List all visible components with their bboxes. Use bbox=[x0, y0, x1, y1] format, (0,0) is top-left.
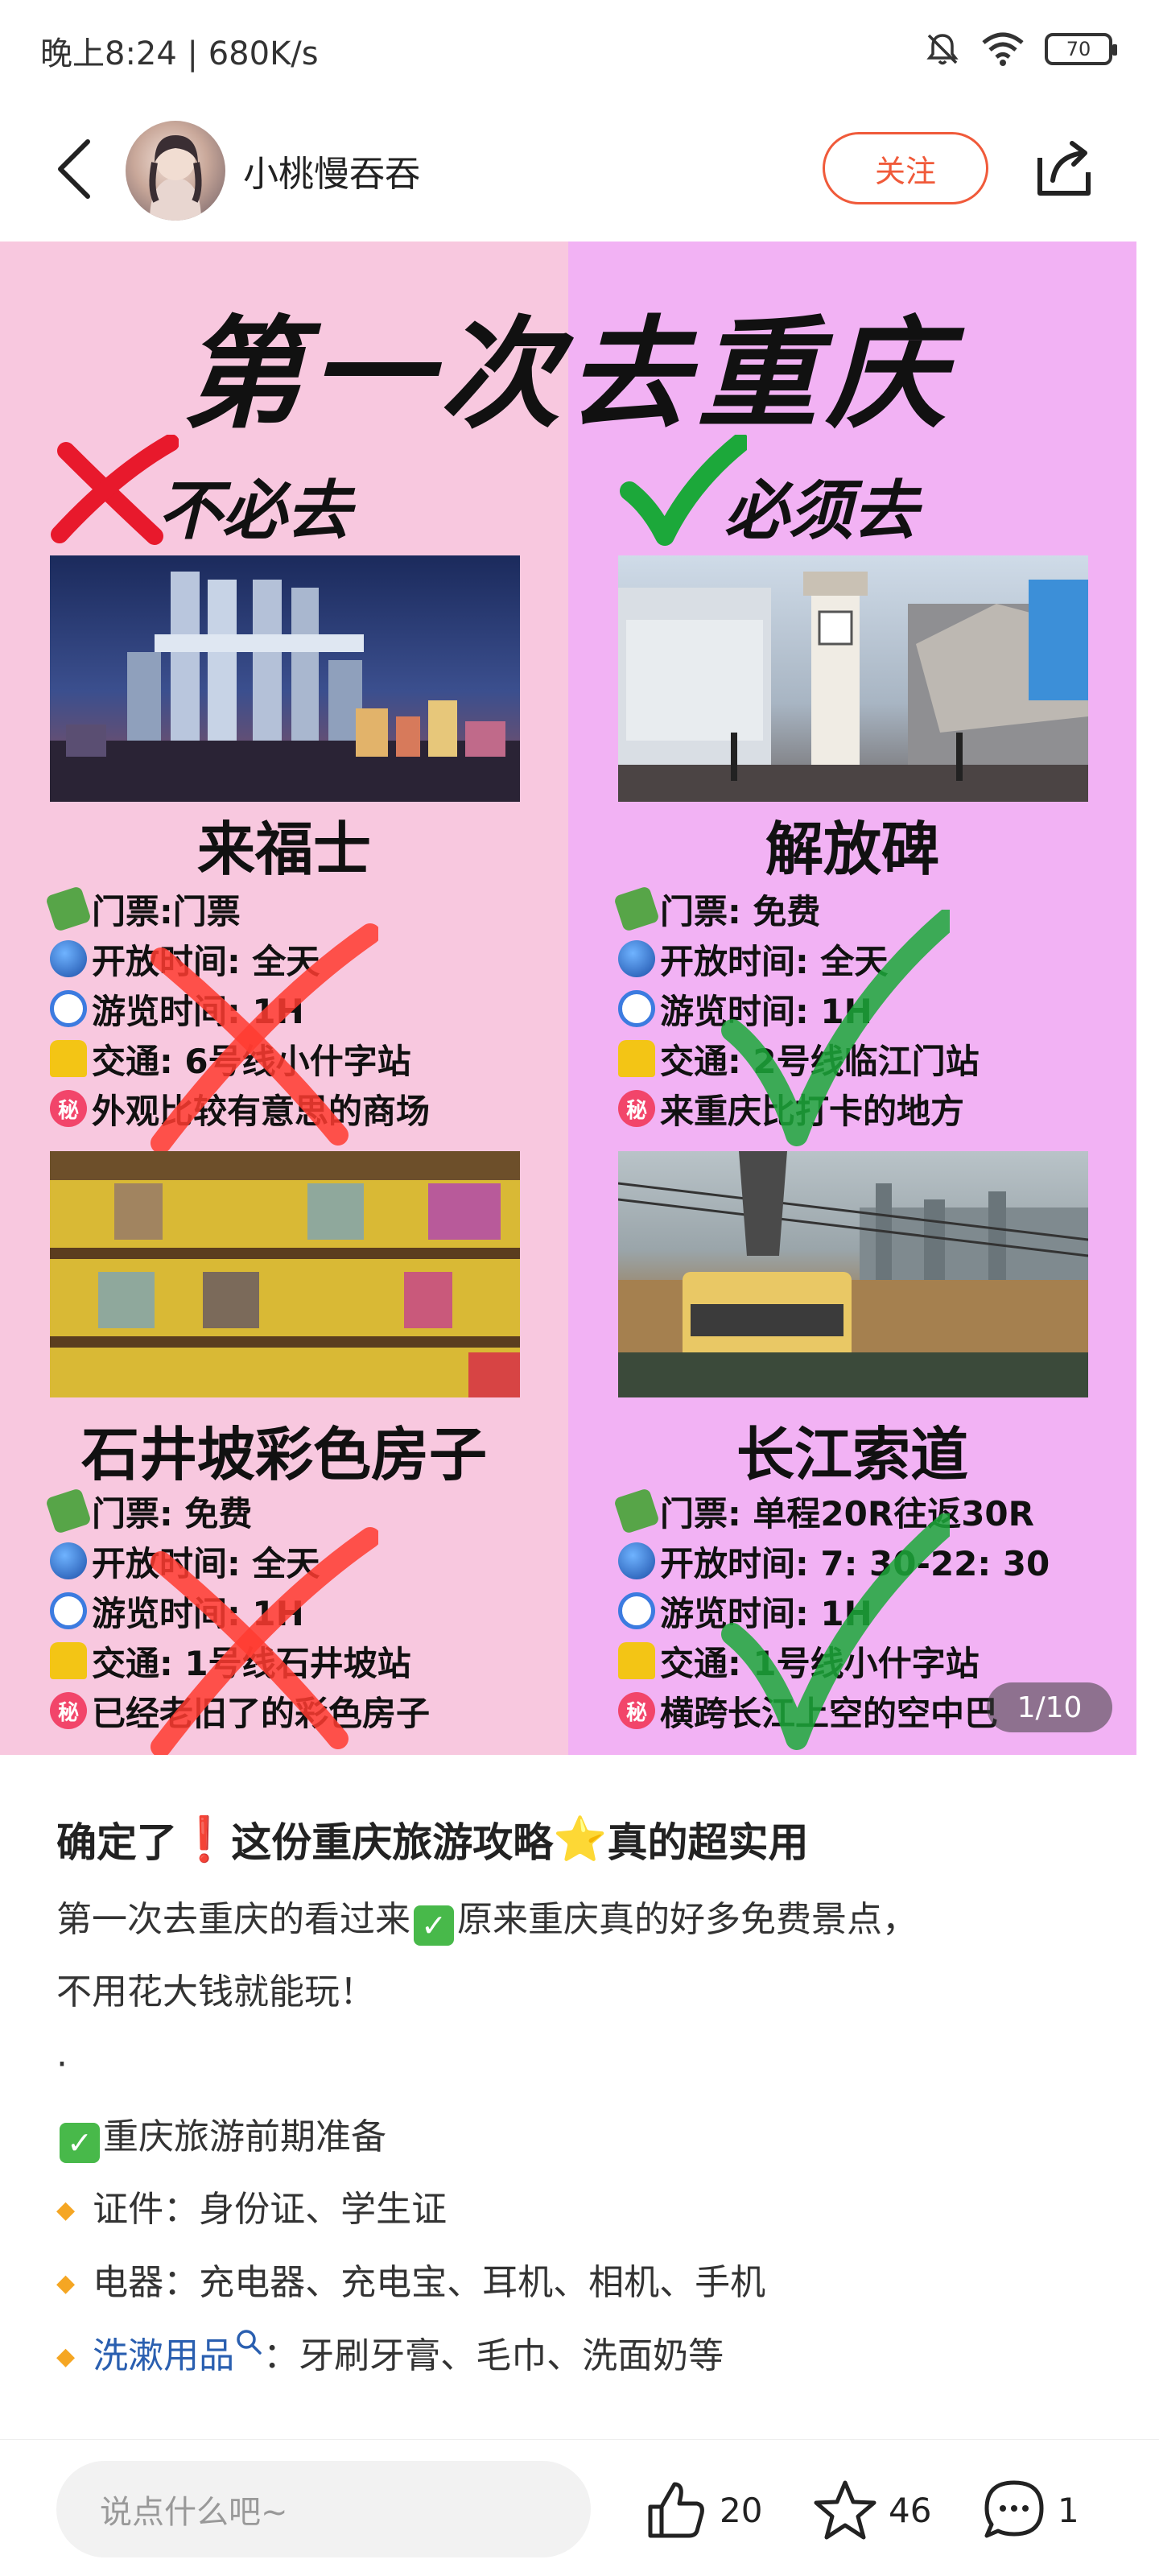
comment-input[interactable]: 说点什么吧~ bbox=[56, 2461, 591, 2557]
list-item-text: 电器：充电器、充电宝、耳机、相机、手机 bbox=[93, 2262, 766, 2303]
place-name-raffles: 来福士 bbox=[196, 815, 371, 883]
money-icon bbox=[613, 886, 660, 932]
diamond-bullet-icon: ◆ bbox=[56, 2343, 76, 2371]
mute-bell-icon bbox=[926, 34, 959, 65]
photo-raffles-city bbox=[50, 555, 520, 802]
post-title-part: 确定了 bbox=[56, 1819, 177, 1866]
section-title-text: 重庆旅游前期准备 bbox=[103, 2116, 386, 2157]
avatar[interactable] bbox=[126, 121, 225, 221]
separator-dot: · bbox=[56, 2044, 68, 2085]
taxi-icon bbox=[50, 1040, 87, 1077]
place-name-shijingpo: 石井坡彩色房子 bbox=[80, 1421, 487, 1488]
intro-text: 第一次去重庆的看过来 bbox=[56, 1899, 410, 1940]
red-cross-overlay-icon bbox=[151, 923, 378, 1154]
chevron-left-icon bbox=[58, 139, 90, 199]
clock-icon bbox=[50, 990, 87, 1027]
post-image-carousel[interactable]: 第一次去重庆 不必去 必须去 来福士 解放碑 门票:门票 开放时间: 全天 游览… bbox=[0, 242, 1136, 1755]
money-icon bbox=[613, 1488, 660, 1534]
back-button[interactable] bbox=[45, 137, 103, 201]
money-icon bbox=[45, 1488, 92, 1534]
status-icons: 70 bbox=[924, 31, 1117, 68]
exclamation-icon: ❗ bbox=[177, 1814, 232, 1864]
photo-jiefangbei bbox=[618, 555, 1088, 802]
post-header: 小桃慢吞吞 关注 bbox=[0, 97, 1159, 242]
clock-icon bbox=[50, 1592, 87, 1629]
like-count: 20 bbox=[720, 2490, 763, 2530]
secret-icon: 秘 bbox=[50, 1692, 87, 1729]
place-name-jiefangbei: 解放碑 bbox=[765, 815, 939, 883]
post-title-part: 真的超实用 bbox=[607, 1819, 809, 1866]
list-item: ◆ 电器：充电器、充电宝、耳机、相机、手机 bbox=[56, 2247, 1103, 2320]
globe-icon bbox=[618, 940, 655, 977]
share-icon bbox=[1037, 141, 1091, 196]
check-emoji-icon: ✓ bbox=[414, 1905, 454, 1946]
secret-icon: 秘 bbox=[618, 1692, 655, 1729]
photo-yangtze-cableway bbox=[618, 1151, 1088, 1397]
globe-icon bbox=[618, 1542, 655, 1579]
secret-icon: 秘 bbox=[618, 1090, 655, 1127]
red-cross-overlay-icon bbox=[151, 1527, 378, 1755]
taxi-icon bbox=[618, 1040, 655, 1077]
wifi-icon bbox=[982, 32, 1024, 66]
share-button[interactable] bbox=[1032, 137, 1096, 201]
clock-icon bbox=[618, 990, 655, 1027]
battery-icon: 70 bbox=[1045, 33, 1117, 65]
check-emoji-icon: ✓ bbox=[60, 2123, 100, 2163]
taxi-icon bbox=[50, 1642, 87, 1679]
search-icon[interactable] bbox=[234, 2327, 263, 2356]
list-item-text: ：牙刷牙膏、毛巾、洗面奶等 bbox=[263, 2335, 724, 2376]
author-name[interactable]: 小桃慢吞吞 bbox=[243, 145, 420, 196]
star-emoji-icon: ⭐ bbox=[553, 1814, 608, 1864]
post-title-part: 这份重庆旅游攻略 bbox=[231, 1819, 554, 1866]
globe-icon bbox=[50, 940, 87, 977]
favorite-count: 46 bbox=[889, 2490, 932, 2530]
list-item: ◆ 证件：身份证、学生证 bbox=[56, 2174, 1103, 2247]
star-icon bbox=[814, 2480, 876, 2540]
skip-heading: 不必去 bbox=[158, 473, 351, 548]
must-go-heading: 必须去 bbox=[724, 473, 918, 548]
battery-level: 70 bbox=[1066, 38, 1091, 60]
diamond-bullet-icon: ◆ bbox=[56, 2269, 76, 2297]
thumbs-up-icon bbox=[648, 2482, 704, 2538]
comment-button[interactable]: 1 bbox=[982, 2474, 1079, 2546]
post-content: 确定了 ❗ 这份重庆旅游攻略 ⭐ 真的超实用 第一次去重庆的看过来 ✓ 原来重庆真的… bbox=[56, 1795, 1103, 2393]
status-time-speed: 晚上8:24 | 680K/s bbox=[40, 35, 319, 72]
favorite-button[interactable]: 46 bbox=[813, 2474, 931, 2546]
photo-shijingpo-houses bbox=[50, 1151, 520, 1397]
intro-text: 原来重庆真的好多免费景点， bbox=[457, 1899, 918, 1940]
intro-text: 不用花大钱就能玩！ bbox=[56, 1971, 375, 2013]
taxi-icon bbox=[618, 1642, 655, 1679]
bottom-action-bar: 说点什么吧~ 20 46 1 bbox=[0, 2439, 1159, 2576]
list-item: ◆ 洗漱用品 ：牙刷牙膏、毛巾、洗面奶等 bbox=[56, 2320, 1103, 2393]
status-bar: 晚上8:24 | 680K/s 70 bbox=[0, 0, 1159, 97]
like-button[interactable]: 20 bbox=[644, 2474, 762, 2546]
list-item-text: 证件：身份证、学生证 bbox=[93, 2189, 448, 2230]
poster-title: 第一次去重庆 bbox=[181, 305, 955, 445]
follow-button[interactable]: 关注 bbox=[823, 132, 988, 204]
image-page-indicator: 1/10 bbox=[987, 1682, 1112, 1732]
green-check-overlay-icon bbox=[721, 910, 950, 1146]
secret-icon: 秘 bbox=[50, 1090, 87, 1127]
section-title: ✓ 重庆旅游前期准备 bbox=[56, 2101, 1103, 2174]
avatar-portrait-icon bbox=[149, 135, 202, 221]
place-name-cableway: 长江索道 bbox=[736, 1421, 968, 1488]
comment-count: 1 bbox=[1058, 2490, 1079, 2530]
post-intro: 第一次去重庆的看过来 ✓ 原来重庆真的好多免费景点， 不用花大钱就能玩！ bbox=[56, 1884, 1103, 2029]
clock-icon bbox=[618, 1592, 655, 1629]
post-title: 确定了 ❗ 这份重庆旅游攻略 ⭐ 真的超实用 bbox=[56, 1795, 1103, 1884]
search-link[interactable]: 洗漱用品 bbox=[93, 2335, 234, 2376]
money-icon bbox=[45, 886, 92, 932]
comment-bubble-icon bbox=[984, 2480, 1044, 2538]
globe-icon bbox=[50, 1542, 87, 1579]
green-check-overlay-icon bbox=[721, 1513, 950, 1750]
diamond-bullet-icon: ◆ bbox=[56, 2196, 76, 2224]
